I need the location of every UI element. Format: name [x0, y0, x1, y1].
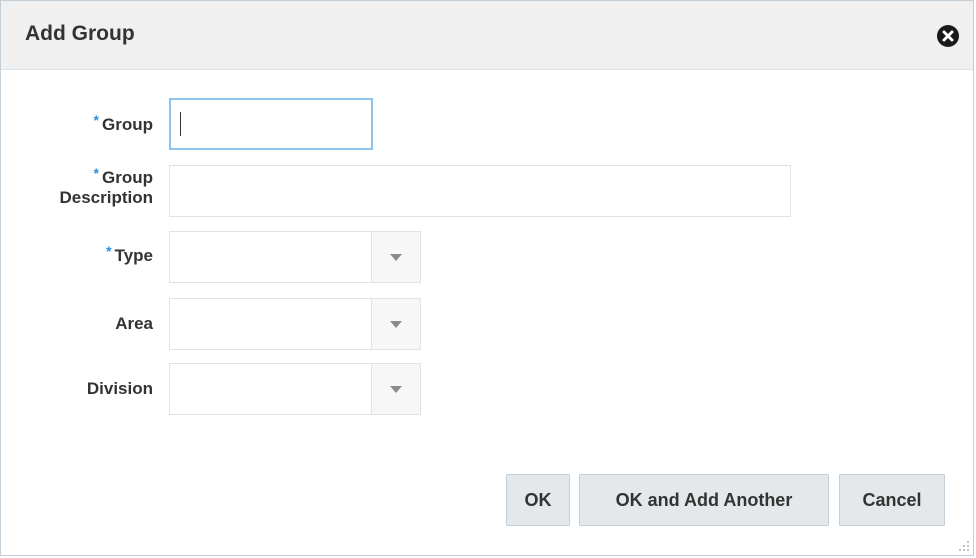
area-dropdown-button[interactable] [371, 299, 420, 349]
cancel-button[interactable]: Cancel [839, 474, 945, 526]
area-select[interactable] [169, 298, 421, 350]
ok-button[interactable]: OK [506, 474, 570, 526]
ok-and-add-another-button[interactable]: OK and Add Another [579, 474, 829, 526]
add-group-dialog: Add Group * Group * Group Description * Typ… [0, 0, 974, 556]
text-caret [180, 112, 181, 136]
required-marker: * [106, 243, 112, 259]
chevron-down-icon [390, 321, 402, 328]
division-label: Division [86, 379, 153, 398]
division-dropdown-button[interactable] [371, 364, 420, 414]
resize-grip-icon[interactable] [958, 540, 970, 552]
group-description-label: * Group Description [59, 165, 153, 207]
chevron-down-icon [390, 386, 402, 393]
chevron-down-icon [390, 254, 402, 261]
group-input[interactable] [169, 98, 373, 150]
type-label: * Type [106, 243, 153, 265]
division-select[interactable] [169, 363, 421, 415]
required-marker: * [93, 165, 99, 181]
dialog-title: Add Group [25, 22, 135, 45]
group-description-input[interactable] [169, 165, 791, 217]
type-select[interactable] [169, 231, 421, 283]
group-label: * Group [93, 112, 153, 134]
area-label: Area [115, 314, 153, 333]
dialog-title-bar[interactable]: Add Group [1, 1, 973, 70]
required-marker: * [93, 112, 99, 128]
type-dropdown-button[interactable] [371, 232, 420, 282]
close-icon[interactable] [937, 25, 959, 47]
